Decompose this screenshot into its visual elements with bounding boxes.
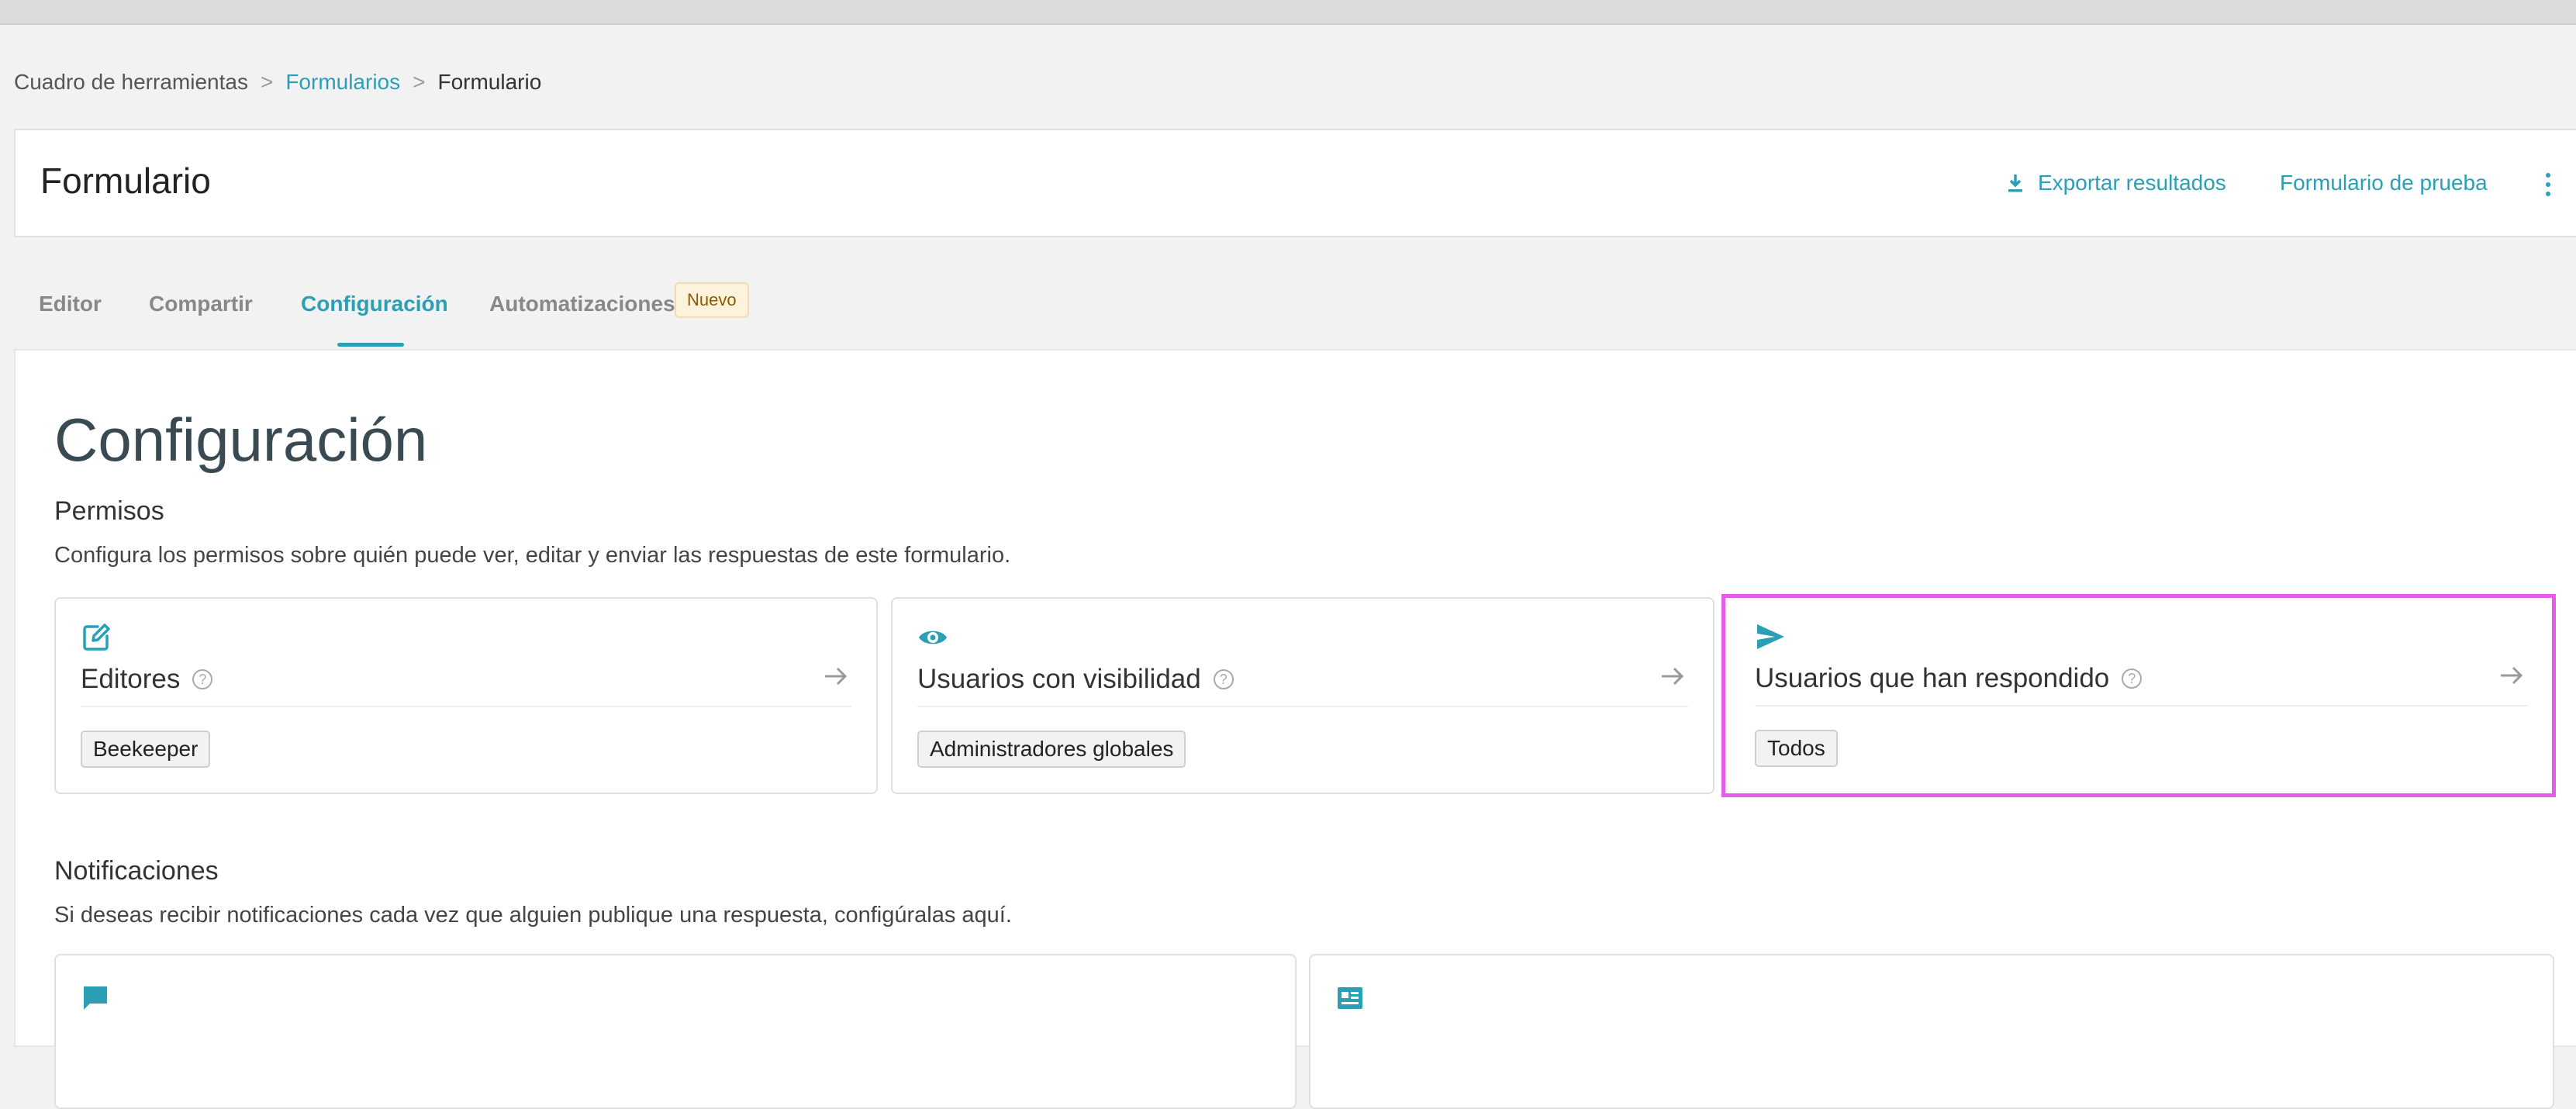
permission-card-respondents[interactable]: Usuarios que han respondido ? Todos <box>1721 594 2556 797</box>
arrow-right-icon <box>2501 666 2523 685</box>
more-options-icon[interactable] <box>2533 166 2564 203</box>
arrow-right-icon <box>1662 667 1684 686</box>
breadcrumb-current: Formulario <box>437 70 542 94</box>
tab-share[interactable]: Compartir <box>149 292 253 316</box>
permission-label: Editores ? <box>81 664 213 695</box>
tab-configuration[interactable]: Configuración <box>301 292 448 316</box>
top-bar <box>0 0 2576 25</box>
help-icon[interactable]: ? <box>192 669 213 689</box>
chat-icon <box>84 986 107 1010</box>
tab-editor[interactable]: Editor <box>39 292 102 316</box>
settings-panel: Configuración Permisos Configura los per… <box>14 349 2576 1109</box>
divider <box>1755 705 2527 707</box>
export-results-label: Exportar resultados <box>2038 171 2226 195</box>
permission-label-text: Usuarios que han respondido <box>1755 663 2110 693</box>
page-title: Formulario <box>40 161 211 201</box>
breadcrumb-separator: > <box>260 70 274 94</box>
permission-card-editors[interactable]: Editores ? Beekeeper <box>54 597 878 794</box>
page-header: Formulario Exportar resultados Formulari… <box>14 129 2576 237</box>
eye-icon <box>919 631 947 644</box>
news-icon <box>1338 987 1362 1009</box>
permissions-title: Permisos <box>54 496 164 526</box>
active-tab-indicator <box>337 343 404 347</box>
breadcrumb-root[interactable]: Cuadro de herramientas <box>14 70 248 95</box>
permission-label: Usuarios que han respondido ? <box>1755 663 2143 694</box>
notifications-description: Si deseas recibir notificaciones cada ve… <box>54 903 1012 928</box>
notification-card-news[interactable] <box>1309 954 2554 1109</box>
arrow-right-icon <box>825 667 848 686</box>
export-results-button[interactable]: Exportar resultados <box>2007 171 2226 195</box>
breadcrumb: Cuadro de herramientas > Formularios > F… <box>14 70 541 95</box>
permission-label-text: Usuarios con visibilidad <box>917 664 1201 694</box>
permission-tag: Administradores globales <box>917 731 1186 768</box>
breadcrumb-separator: > <box>413 70 426 94</box>
permission-card-visibility[interactable]: Usuarios con visibilidad ? Administrador… <box>891 597 1714 794</box>
notifications-title: Notificaciones <box>54 856 219 886</box>
permission-tag: Beekeeper <box>81 731 211 768</box>
divider <box>917 706 1688 707</box>
permission-label: Usuarios con visibilidad ? <box>917 664 1234 695</box>
download-icon <box>2008 174 2022 192</box>
edit-icon <box>83 624 110 651</box>
permission-label-text: Editores <box>81 664 181 694</box>
breadcrumb-parent[interactable]: Formularios <box>285 70 400 95</box>
permission-tag: Todos <box>1755 730 1838 767</box>
help-icon[interactable]: ? <box>1213 669 1234 689</box>
tab-automations[interactable]: Automatizaciones <box>489 292 675 316</box>
settings-title: Configuración <box>54 406 428 474</box>
notification-card-chat[interactable] <box>54 954 1297 1109</box>
send-icon <box>1757 624 1784 649</box>
divider <box>81 706 851 707</box>
permissions-description: Configura los permisos sobre quién puede… <box>54 543 1011 568</box>
test-form-label: Formulario de prueba <box>2280 171 2488 195</box>
new-badge: Nuevo <box>675 282 749 318</box>
test-form-button[interactable]: Formulario de prueba <box>2280 171 2488 195</box>
help-icon[interactable]: ? <box>2122 669 2143 689</box>
